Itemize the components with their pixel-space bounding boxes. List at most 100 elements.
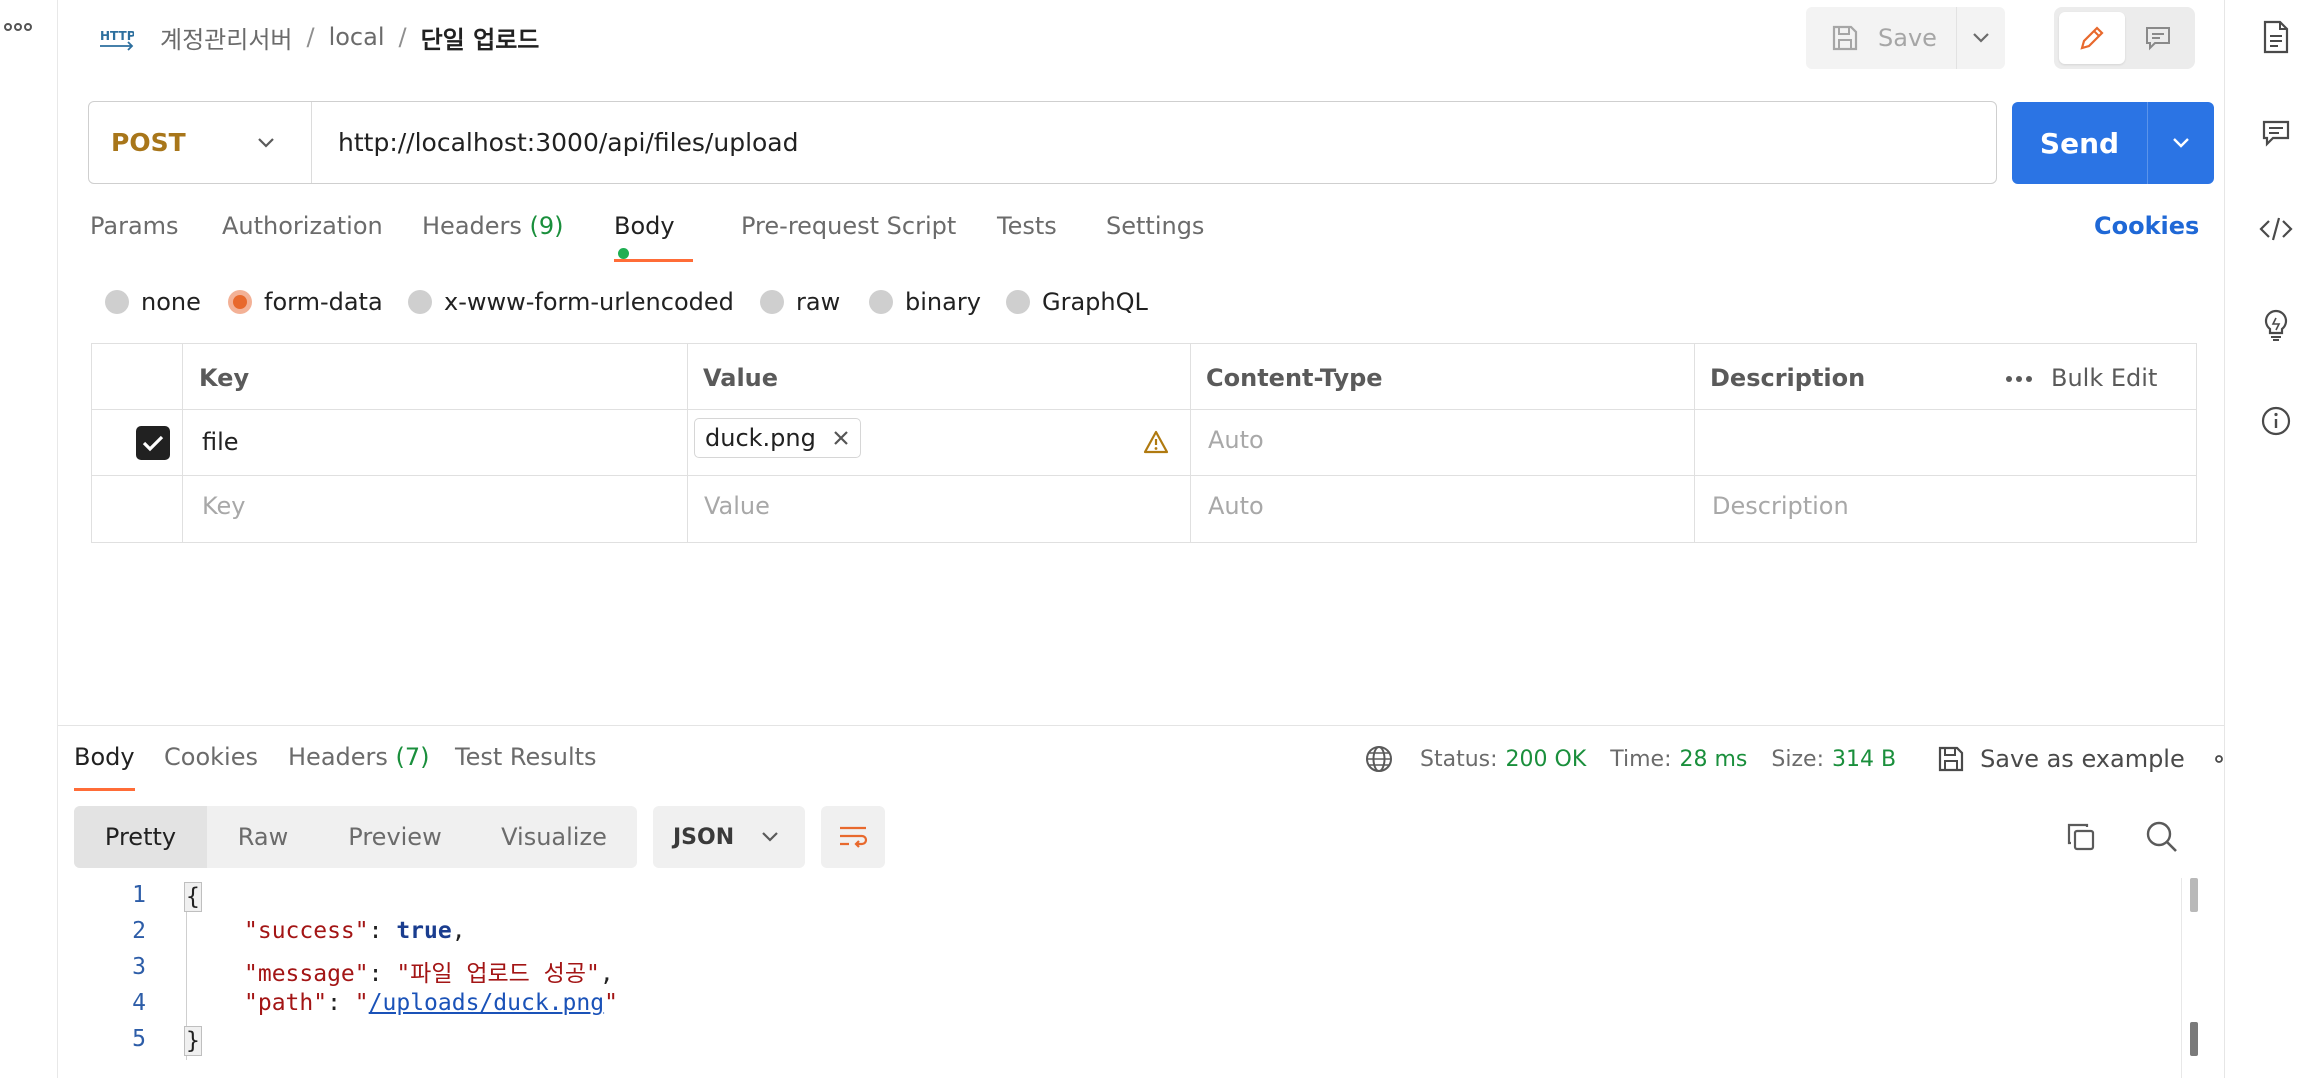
radio-circle — [869, 290, 893, 314]
radio-label: x-www-form-urlencoded — [444, 288, 734, 316]
tab-tests[interactable]: Tests — [997, 212, 1057, 262]
save-as-example-button[interactable]: Save as example — [1936, 744, 2185, 774]
row-content-type[interactable]: Auto — [1208, 426, 1264, 454]
column-header-value: Value — [703, 364, 779, 392]
column-divider — [1694, 344, 1695, 542]
tab-headers-count: (9) — [529, 212, 564, 240]
language-select[interactable]: JSON — [653, 806, 805, 868]
cookies-link[interactable]: Cookies — [2094, 212, 2199, 240]
comment-icon — [2144, 24, 2172, 52]
bulk-edit-button[interactable]: Bulk Edit — [2051, 364, 2157, 392]
save-button[interactable]: Save — [1806, 7, 1957, 69]
url-input[interactable]: http://localhost:3000/api/files/upload — [312, 128, 799, 157]
comment-icon[interactable] — [2259, 116, 2293, 150]
radio-label: form-data — [264, 288, 383, 316]
radio-label: raw — [796, 288, 841, 316]
json-colon: : — [327, 990, 355, 1016]
response-body-code[interactable]: 1 2 3 4 5 { "success": true, "message": … — [74, 878, 2194, 1078]
scrollbar-thumb[interactable] — [2190, 878, 2198, 912]
globe-icon[interactable] — [1364, 744, 1394, 774]
comment-mode-button[interactable] — [2125, 12, 2190, 64]
column-header-key: Key — [199, 364, 250, 392]
json-line-success: "success": true, — [244, 918, 466, 944]
json-value: true — [396, 918, 452, 944]
format-tab-pretty[interactable]: Pretty — [74, 806, 207, 868]
radio-x-www-form-urlencoded[interactable]: x-www-form-urlencoded — [408, 288, 734, 316]
status-value[interactable]: 200 OK — [1506, 747, 1587, 772]
radio-label: binary — [905, 288, 981, 316]
response-tab-body[interactable]: Body — [74, 743, 135, 791]
format-tab-raw[interactable]: Raw — [207, 806, 319, 868]
json-key: "message" — [244, 961, 369, 987]
wrap-lines-button[interactable] — [821, 806, 885, 868]
new-content-type-input[interactable]: Auto — [1208, 492, 1264, 520]
breadcrumb-folder[interactable]: local — [329, 23, 385, 51]
save-icon — [1936, 744, 1980, 774]
new-value-input[interactable]: Value — [704, 492, 770, 520]
document-icon[interactable] — [2259, 20, 2293, 54]
send-dropdown-button[interactable] — [2148, 102, 2214, 184]
more-icon[interactable] — [4, 22, 32, 32]
tab-params[interactable]: Params — [90, 212, 179, 262]
response-tab-cookies[interactable]: Cookies — [164, 743, 258, 791]
json-quote: " — [604, 990, 618, 1016]
json-open-brace: { — [184, 882, 202, 912]
chevron-down-icon — [2172, 137, 2190, 149]
radio-none[interactable]: none — [105, 288, 201, 316]
response-tab-headers[interactable]: Headers (7) — [288, 743, 430, 791]
breadcrumb-collection[interactable]: 계정관리서버 — [160, 20, 292, 55]
format-tab-preview[interactable]: Preview — [319, 806, 471, 868]
tab-settings[interactable]: Settings — [1106, 212, 1204, 262]
response-meta: Status: 200 OK Time: 28 ms Size: 314 B S… — [1364, 743, 2243, 775]
format-tab-visualize[interactable]: Visualize — [471, 806, 637, 868]
code-icon[interactable] — [2259, 212, 2293, 246]
close-icon[interactable] — [832, 429, 850, 447]
line-number: 4 — [132, 990, 146, 1016]
json-colon: : — [368, 961, 397, 987]
table-more-icon[interactable] — [2005, 375, 2033, 383]
line-number: 2 — [132, 918, 146, 944]
breadcrumb-separator: / — [398, 23, 407, 51]
info-icon[interactable] — [2259, 404, 2293, 438]
column-divider — [1190, 344, 1191, 542]
check-icon — [142, 434, 164, 452]
new-key-input[interactable]: Key — [202, 492, 246, 520]
row-checkbox[interactable] — [136, 426, 170, 460]
radio-circle — [1006, 290, 1030, 314]
language-label: JSON — [673, 824, 735, 850]
radio-graphql[interactable]: GraphQL — [1006, 288, 1148, 316]
tab-body[interactable]: Body — [614, 212, 693, 262]
save-as-example-label: Save as example — [1980, 745, 2185, 773]
url-bar: POST http://localhost:3000/api/files/upl… — [88, 101, 1997, 184]
bulb-icon[interactable] — [2259, 308, 2293, 342]
copy-icon[interactable] — [2065, 821, 2097, 853]
breadcrumb-separator: / — [306, 23, 315, 51]
request-name[interactable]: 단일 업로드 — [421, 20, 540, 55]
save-dropdown-button[interactable] — [1957, 7, 2005, 69]
response-divider[interactable] — [58, 725, 2224, 726]
response-tab-test-results[interactable]: Test Results — [455, 743, 597, 791]
json-path-link[interactable]: /uploads/duck.png — [369, 990, 604, 1016]
radio-binary[interactable]: binary — [869, 288, 981, 316]
file-chip: duck.png — [694, 418, 861, 458]
scrollbar-thumb[interactable] — [2190, 1022, 2198, 1056]
tab-prerequest-script[interactable]: Pre-request Script — [741, 212, 956, 262]
search-icon[interactable] — [2145, 820, 2179, 854]
radio-circle — [760, 290, 784, 314]
radio-form-data[interactable]: form-data — [228, 288, 383, 316]
breadcrumb: HTTP 계정관리서버 / local / 단일 업로드 — [98, 16, 539, 58]
radio-raw[interactable]: raw — [760, 288, 840, 316]
tab-headers[interactable]: Headers (9) — [422, 212, 564, 262]
tab-authorization[interactable]: Authorization — [222, 212, 383, 262]
method-select[interactable]: POST — [89, 102, 312, 183]
new-description-input[interactable]: Description — [1712, 492, 1849, 520]
warning-icon[interactable] — [1143, 430, 1169, 454]
json-close-brace: } — [184, 1026, 202, 1056]
row-key[interactable]: file — [202, 428, 239, 456]
time-value[interactable]: 28 ms — [1680, 747, 1748, 772]
right-sidebar — [2224, 0, 2322, 1078]
send-button[interactable]: Send — [2012, 102, 2148, 184]
edit-mode-button[interactable] — [2059, 12, 2125, 64]
size-value[interactable]: 314 B — [1832, 747, 1896, 772]
line-number: 1 — [132, 882, 146, 908]
